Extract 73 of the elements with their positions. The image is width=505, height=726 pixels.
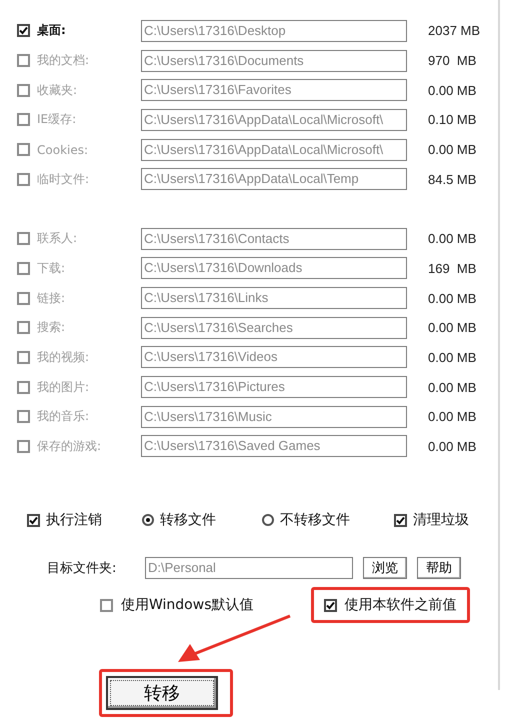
path-field[interactable]: C:\Users\17316\Favorites [141, 79, 407, 102]
path-field[interactable]: C:\Users\17316\AppData\Local\Microsoft\ [141, 138, 407, 161]
folder-size: 2037 MB [428, 23, 480, 38]
transfer-button[interactable]: 转移 [106, 676, 218, 710]
folder-label: IE缓存: [37, 111, 78, 128]
path-field[interactable]: C:\Users\17316\Contacts [141, 228, 407, 250]
checkbox[interactable] [27, 514, 40, 527]
checkbox[interactable] [17, 54, 30, 68]
checkbox[interactable] [324, 598, 336, 612]
checkbox[interactable] [17, 410, 30, 424]
folder-label: 我的音乐: [37, 408, 90, 426]
folder-size: 0.00 MB [428, 409, 476, 424]
folder-label: 我的视频: [37, 348, 90, 366]
path-field[interactable]: C:\Users\17316\Saved Games [141, 435, 407, 458]
folder-size: 0.00 MB [428, 380, 476, 395]
checkbox[interactable] [17, 440, 30, 453]
folder-label: 临时文件: [37, 170, 90, 188]
folder-size: 0.00 MB [428, 82, 476, 98]
path-field[interactable]: C:\Users\17316\Searches [141, 316, 407, 339]
folder-label: 桌面: [37, 22, 67, 40]
option-label: 使用本软件之前值 [344, 596, 456, 614]
path-field[interactable]: C:\Users\17316\AppData\Local\Microsoft\ [141, 108, 407, 131]
option-label: 清理垃圾 [413, 511, 469, 530]
checkbox[interactable] [17, 292, 30, 305]
checkbox[interactable] [17, 143, 30, 156]
checkbox[interactable] [17, 321, 30, 334]
checkbox[interactable] [17, 24, 30, 38]
checkbox[interactable] [17, 172, 30, 186]
folder-label: 搜索: [37, 319, 66, 336]
path-field[interactable]: C:\Users\17316\Links [141, 287, 407, 310]
checkbox[interactable] [394, 514, 407, 527]
option-label: 不转移文件 [280, 511, 350, 530]
checkbox[interactable] [17, 113, 30, 126]
folder-size: 0.10 MB [428, 112, 476, 128]
help-button[interactable]: 帮助 [417, 557, 461, 580]
radio-button[interactable] [142, 514, 154, 526]
folder-label: Cookies: [37, 142, 90, 157]
path-field[interactable]: C:\Users\17316\Documents [141, 50, 407, 72]
folder-label: 链接: [37, 290, 66, 307]
target-folder-label: 目标文件夹: [47, 560, 118, 578]
folder-size: 0.00 MB [428, 231, 476, 246]
checkbox[interactable] [17, 232, 30, 246]
folder-size: 84.5 MB [428, 172, 476, 187]
option-label: 执行注销 [46, 511, 102, 530]
folder-size: 0.00 MB [428, 350, 476, 365]
folder-label: 保存的游戏: [37, 438, 102, 455]
folder-label: 下载: [37, 260, 66, 277]
folder-label: 收藏夹: [37, 82, 78, 99]
checkbox[interactable] [100, 598, 113, 612]
path-field[interactable]: C:\Users\17316\Desktop [141, 20, 407, 42]
folder-size: 169 MB [428, 260, 476, 276]
folder-size: 970 MB [428, 53, 476, 68]
checkbox[interactable] [17, 380, 30, 394]
option-label: 使用Windows默认值 [121, 596, 254, 614]
path-field[interactable]: C:\Users\17316\AppData\Local\Temp [141, 168, 407, 190]
path-field[interactable]: C:\Users\17316\Music [141, 406, 407, 428]
folder-size: 0.00 MB [428, 438, 476, 454]
folder-size: 0.00 MB [428, 320, 476, 336]
checkbox[interactable] [17, 350, 30, 364]
path-field[interactable]: C:\Users\17316\Downloads [141, 257, 407, 280]
checkbox[interactable] [17, 262, 30, 275]
folder-label: 我的图片: [37, 378, 90, 396]
folder-label: 我的文档: [37, 52, 90, 70]
target-folder-field[interactable]: D:\Personal [145, 557, 353, 580]
path-field[interactable]: C:\Users\17316\Pictures [141, 376, 407, 398]
option-label: 转移文件 [160, 511, 216, 530]
path-field[interactable]: C:\Users\17316\Videos [141, 346, 407, 368]
browse-button[interactable]: 浏览 [363, 557, 407, 580]
folder-label: 联系人: [37, 230, 78, 248]
checkbox[interactable] [17, 84, 30, 97]
radio-button[interactable] [262, 514, 274, 526]
folder-size: 0.00 MB [428, 290, 476, 306]
folder-size: 0.00 MB [428, 142, 476, 158]
